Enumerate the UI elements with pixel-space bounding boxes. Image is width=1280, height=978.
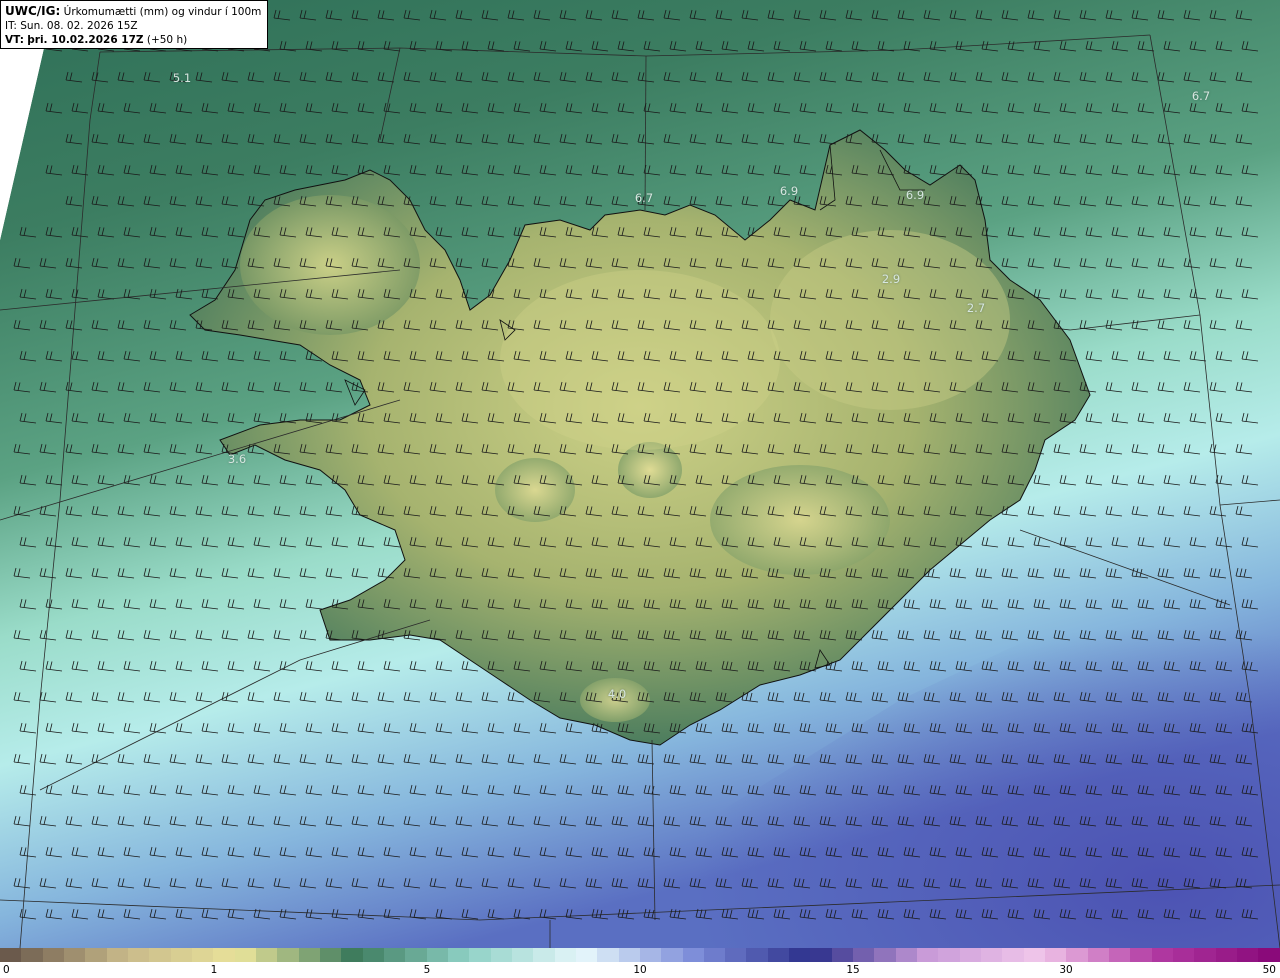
model-name: UWC/IG:: [5, 4, 61, 18]
colorbar-segment: [1258, 948, 1280, 962]
colorbar-segment: [191, 948, 214, 962]
colorbar-segment: [554, 948, 576, 962]
colorbar-segment: [362, 948, 384, 962]
colorbar-segment: [170, 948, 192, 962]
colorbar-segment: [42, 948, 64, 962]
init-time-value: Sun. 08. 02. 2026 15Z: [20, 20, 138, 32]
colorbar-segment: [0, 948, 22, 962]
colorbar-segment: [149, 948, 171, 962]
colorbar-segment: [1173, 948, 1195, 962]
colorbar-segment: [298, 948, 320, 962]
colorbar-segment: [319, 948, 342, 962]
colorbar-segment: [810, 948, 832, 962]
colorbar-segment: [618, 948, 640, 962]
colorbar-segment: [874, 948, 896, 962]
init-time-row: IT: Sun. 08. 02. 2026 15Z: [5, 19, 263, 33]
precip-value-label: 3.6: [227, 452, 247, 466]
colorbar-segment: [917, 948, 939, 962]
colorbar-segment: [1023, 948, 1046, 962]
colorbar-segment: [341, 948, 363, 962]
colorbar-segment: [682, 948, 704, 962]
title-row: UWC/IG: Úrkomumætti (mm) og vindur í 100…: [5, 4, 263, 19]
north-highlands: [770, 230, 1010, 410]
valid-time-value: þri. 10.02.2026 17Z: [27, 34, 144, 46]
colorbar-segment: [426, 948, 448, 962]
colorbar-segment: [106, 948, 128, 962]
colorbar-segment: [1045, 948, 1067, 962]
colorbar-segment: [1194, 948, 1216, 962]
precip-value-label: 5.1: [172, 71, 192, 85]
colorbar-segment: [703, 948, 726, 962]
colorbar-labels: 0 1 5 10 15 30 50: [0, 962, 1280, 978]
lead-time: (+50 h): [146, 34, 188, 46]
precip-value-label: 6.9: [905, 188, 925, 202]
valid-time-label: VT:: [5, 34, 24, 46]
colorbar-tick-label: 10: [633, 964, 647, 976]
colorbar-segment: [405, 948, 427, 962]
colorbar-tick-label: 5: [423, 964, 431, 976]
colorbar-segment: [938, 948, 960, 962]
colorbar-segment: [1151, 948, 1174, 962]
precip-value-label: 6.9: [779, 184, 799, 198]
precip-value-label: 6.7: [634, 191, 654, 205]
colorbar-segment: [725, 948, 747, 962]
colorbar-segment: [1109, 948, 1131, 962]
colorbar-tick-label: 1: [210, 964, 218, 976]
colorbar-segment: [1087, 948, 1110, 962]
hofsjokull-glacier: [618, 442, 682, 498]
colorbar-segment: [831, 948, 854, 962]
colorbar-segment: [127, 948, 150, 962]
colorbar-segment: [234, 948, 256, 962]
init-time-label: IT:: [5, 20, 17, 32]
colorbar-segment: [21, 948, 43, 962]
colorbar-segment: [981, 948, 1003, 962]
colorbar-segment: [597, 948, 619, 962]
colorbar-segment: [767, 948, 790, 962]
colorbar-segment: [789, 948, 811, 962]
precip-value-label: 2.9: [881, 272, 901, 286]
colorbar-segment: [490, 948, 512, 962]
colorbar-segment: [1237, 948, 1259, 962]
map-info-box: UWC/IG: Úrkomumætti (mm) og vindur í 100…: [0, 0, 268, 49]
colorbar-segment: [511, 948, 534, 962]
colorbar-segment: [1002, 948, 1024, 962]
colorbar-tick-label: 0: [3, 964, 10, 976]
colorbar-segment: [639, 948, 662, 962]
langjokull-glacier: [495, 458, 575, 522]
colorbar-segment: [853, 948, 875, 962]
valid-time-row: VT: þri. 10.02.2026 17Z (+50 h): [5, 33, 263, 47]
colorbar-segment: [959, 948, 982, 962]
weather-map[interactable]: [0, 0, 1280, 948]
colorbar-segment: [533, 948, 555, 962]
colorbar-segment: [1130, 948, 1152, 962]
colorbar-segment: [1066, 948, 1088, 962]
colorbar: [0, 948, 1280, 962]
colorbar-segment: [661, 948, 683, 962]
colorbar-tick-label: 15: [846, 964, 860, 976]
colorbar-segment: [255, 948, 278, 962]
colorbar-segment: [213, 948, 235, 962]
colorbar-tick-label: 50: [1262, 964, 1276, 976]
colorbar-segment: [383, 948, 406, 962]
colorbar-segment: [447, 948, 470, 962]
colorbar-tick-label: 30: [1059, 964, 1073, 976]
colorbar-segment: [85, 948, 107, 962]
colorbar-segment: [746, 948, 768, 962]
colorbar-segment: [63, 948, 86, 962]
colorbar-segment: [895, 948, 918, 962]
precip-value-label: 6.7: [1191, 89, 1211, 103]
precip-value-label: 4.0: [607, 687, 627, 701]
colorbar-segment: [277, 948, 299, 962]
precip-value-label: 2.7: [966, 301, 986, 315]
colorbar-segment: [1215, 948, 1238, 962]
map-title: Úrkomumætti (mm) og vindur í 100m hæð: [63, 6, 263, 18]
colorbar-segment: [575, 948, 598, 962]
colorbar-segment: [469, 948, 491, 962]
